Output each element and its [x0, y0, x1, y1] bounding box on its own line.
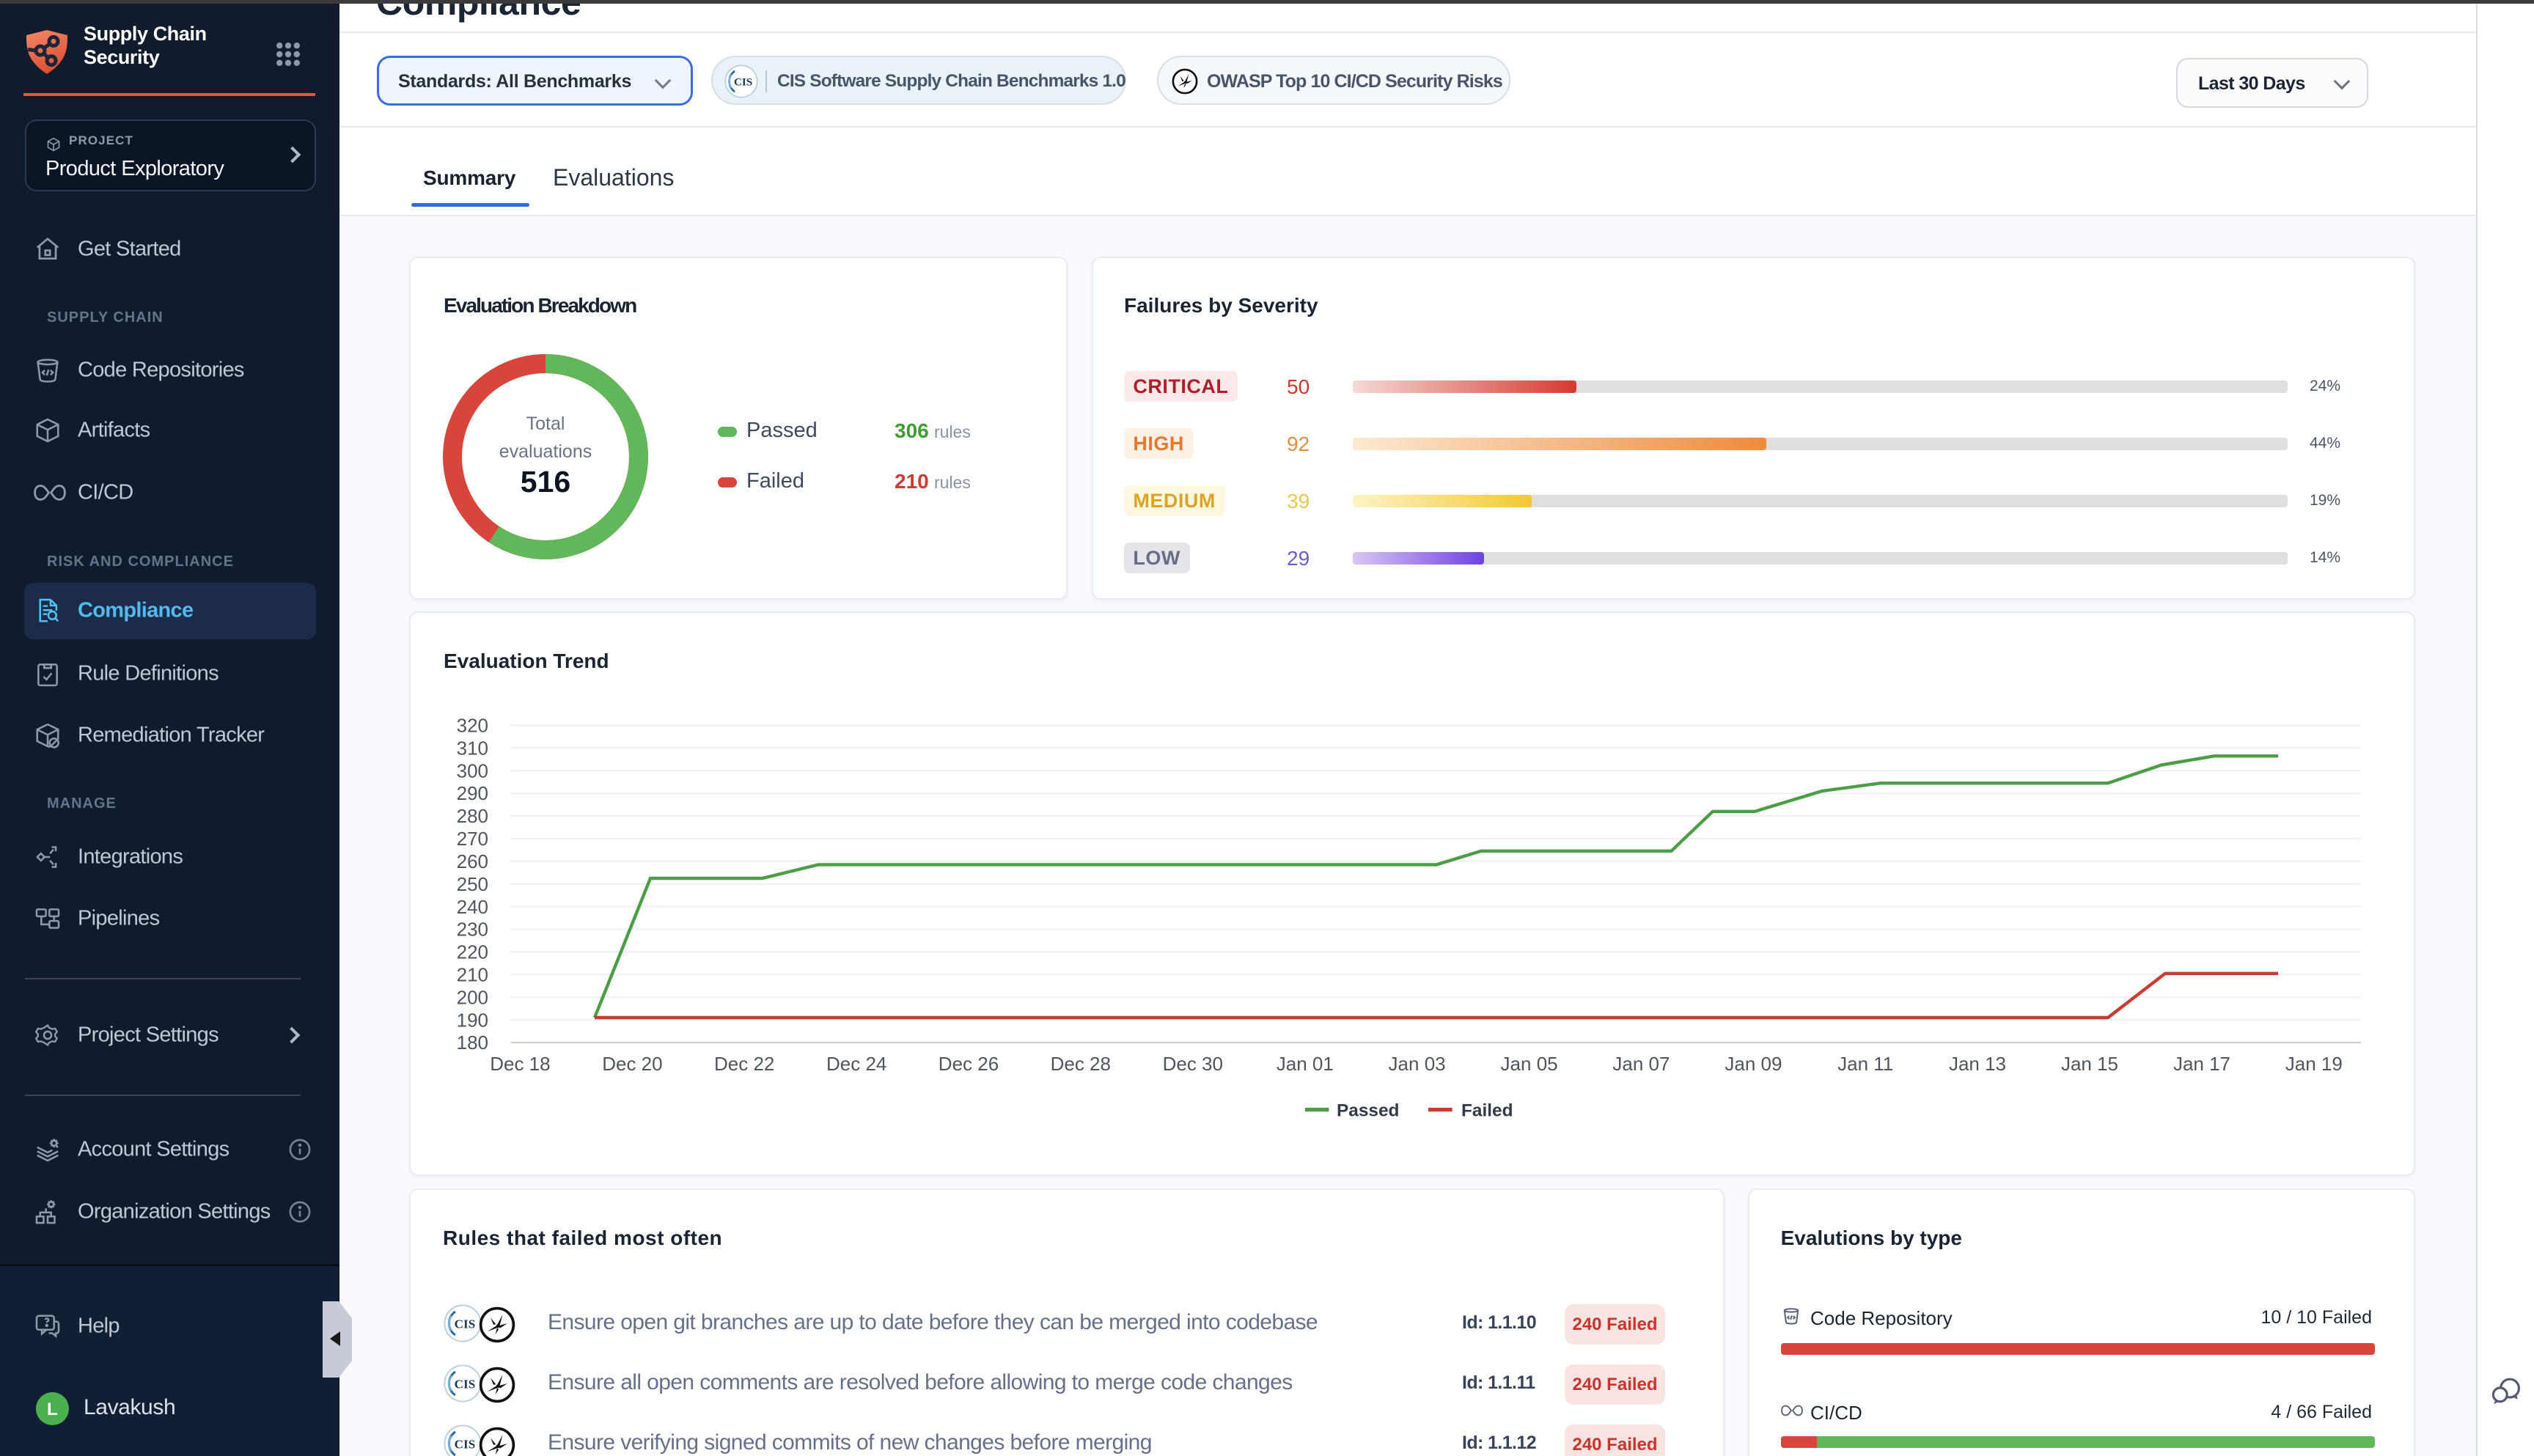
svg-text:Jan 13: Jan 13 [1949, 1053, 2006, 1075]
svg-text:280: 280 [457, 805, 488, 827]
svg-text:Jan 03: Jan 03 [1389, 1053, 1446, 1075]
svg-text:Passed: Passed [1337, 1101, 1399, 1121]
svg-text:Failed: Failed [1461, 1101, 1513, 1121]
svg-text:Dec 18: Dec 18 [490, 1053, 550, 1075]
svg-text:300: 300 [457, 760, 488, 782]
svg-text:310: 310 [457, 738, 488, 760]
svg-text:210: 210 [457, 963, 488, 985]
svg-text:Dec 28: Dec 28 [1051, 1053, 1111, 1075]
svg-text:200: 200 [457, 986, 488, 1008]
svg-text:190: 190 [457, 1009, 488, 1031]
svg-text:Jan 05: Jan 05 [1501, 1053, 1558, 1075]
svg-text:Jan 01: Jan 01 [1277, 1053, 1334, 1075]
svg-text:180: 180 [457, 1032, 488, 1054]
svg-text:270: 270 [457, 828, 488, 850]
svg-text:Jan 09: Jan 09 [1725, 1053, 1782, 1075]
svg-text:Jan 07: Jan 07 [1612, 1053, 1670, 1075]
svg-text:Dec 20: Dec 20 [602, 1053, 662, 1075]
svg-text:290: 290 [457, 782, 488, 804]
svg-text:220: 220 [457, 941, 488, 963]
svg-text:250: 250 [457, 873, 488, 895]
svg-text:Dec 30: Dec 30 [1163, 1053, 1223, 1075]
svg-text:260: 260 [457, 850, 488, 872]
svg-text:Dec 24: Dec 24 [826, 1053, 886, 1075]
svg-text:240: 240 [457, 896, 488, 918]
svg-text:Dec 22: Dec 22 [714, 1053, 774, 1075]
svg-text:Jan 11: Jan 11 [1837, 1053, 1893, 1075]
svg-text:Jan 17: Jan 17 [2173, 1053, 2230, 1075]
svg-text:320: 320 [457, 715, 488, 737]
svg-text:230: 230 [457, 919, 488, 941]
svg-text:Jan 15: Jan 15 [2061, 1053, 2118, 1075]
svg-text:Jan 19: Jan 19 [2285, 1053, 2343, 1075]
svg-text:Dec 26: Dec 26 [939, 1053, 999, 1075]
